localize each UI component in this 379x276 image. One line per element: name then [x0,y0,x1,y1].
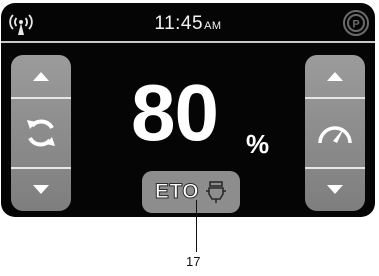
engine-icon [206,181,227,203]
eto-label: ETO [154,180,200,204]
right-down-button[interactable] [305,169,365,211]
display-screen: 11:45AM P 80 % ETO [1,3,375,217]
clock-time: 11:45 [154,13,204,34]
right-control-panel [305,55,365,211]
right-up-button[interactable] [305,55,365,97]
left-down-button[interactable] [11,169,71,211]
speedometer-icon [318,126,352,144]
left-control-panel [11,55,71,211]
clock-ampm: AM [204,20,222,32]
status-bar: 11:45AM P [1,3,375,43]
percent-unit: % [246,129,270,159]
up-arrow-icon [327,72,343,81]
callout-number: 17 [186,254,201,269]
eto-button[interactable]: ETO [142,171,240,213]
park-brake-icon: P [343,10,369,36]
svg-text:P: P [352,19,359,31]
left-up-button[interactable] [11,55,71,97]
main-percentage-value: 80 [131,68,219,157]
right-speed-button[interactable] [305,99,365,167]
left-mode-button[interactable] [11,99,71,167]
clock: 11:45AM [1,13,375,35]
callout-leader-line [196,200,197,252]
down-arrow-icon [33,185,49,194]
up-arrow-icon [33,72,49,81]
rotate-icon [27,119,55,147]
status-divider [1,41,375,43]
down-arrow-icon [327,185,343,194]
